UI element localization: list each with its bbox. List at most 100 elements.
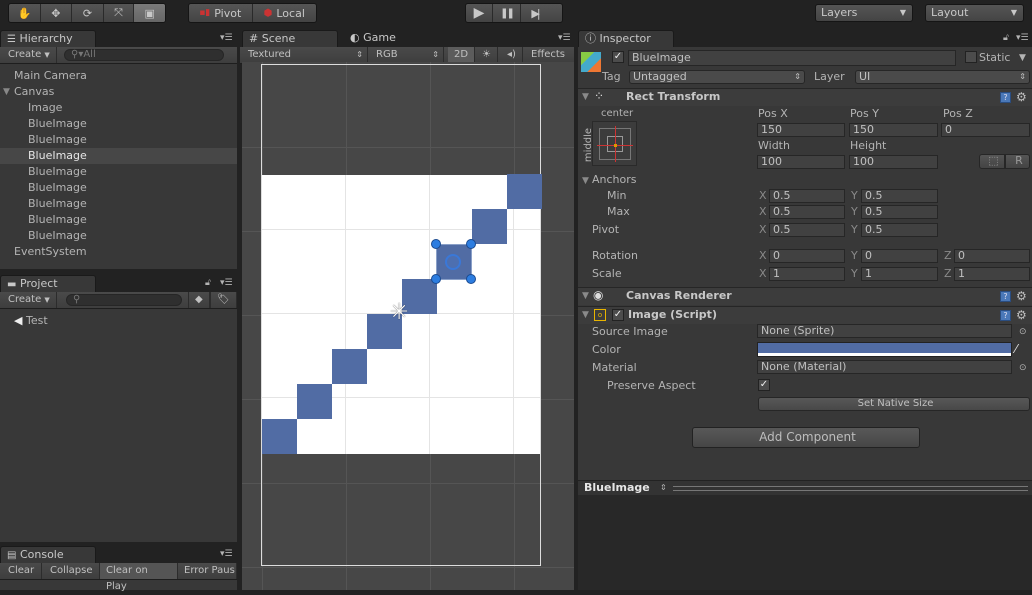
hierarchy-item[interactable]: Image [0, 100, 237, 116]
rotation-z-input[interactable]: 0 [954, 249, 1030, 263]
blue-image-square[interactable] [472, 209, 507, 244]
pivot-y-input[interactable]: 0.5 [861, 223, 938, 237]
lighting-toggle[interactable]: ☀ [476, 47, 498, 63]
static-dropdown-icon[interactable]: ▼ [1019, 51, 1026, 65]
tab-inspector[interactable]: ⓘ Inspector [578, 30, 674, 47]
eyedropper-icon[interactable]: ⁄ [1015, 342, 1017, 356]
set-native-size-button[interactable]: Set Native Size [758, 397, 1030, 411]
anchor-max-y-input[interactable]: 0.5 [861, 205, 938, 219]
filter-by-label-button[interactable]: 🏷︎ [210, 292, 237, 308]
tab-hierarchy[interactable]: ☰ Hierarchy [0, 30, 96, 47]
console-clear-on-play-button[interactable]: Clear on Play [100, 563, 178, 592]
layer-dropdown[interactable]: UI ⇕ [855, 70, 1030, 84]
material-field[interactable]: None (Material) [757, 360, 1012, 374]
console-error-pause-button[interactable]: Error Paus [178, 563, 237, 579]
anchors-triangle-icon[interactable]: ▼ [582, 176, 589, 186]
move-tool-button[interactable]: ✥ [41, 4, 73, 22]
scene-viewport[interactable]: ✳ [242, 62, 574, 590]
step-button[interactable]: ▶| [521, 4, 548, 22]
scale-x-input[interactable]: 1 [769, 267, 845, 281]
pos-x-input[interactable]: 150 [757, 123, 845, 137]
hierarchy-item[interactable]: BlueImage [0, 116, 237, 132]
local-toggle[interactable]: ⬢ Local [253, 4, 317, 22]
image-enabled-checkbox[interactable]: ✓ [612, 309, 624, 321]
hierarchy-item[interactable]: BlueImage [0, 164, 237, 180]
hierarchy-search-input[interactable]: ⚲▾All [64, 49, 224, 61]
rotate-tool-button[interactable]: ⟳ [72, 4, 104, 22]
corner-handle-bl[interactable] [431, 274, 441, 284]
blue-image-square[interactable] [297, 384, 332, 419]
hierarchy-item[interactable]: ▼ Canvas [0, 84, 237, 100]
object-name-input[interactable]: BlueImage [628, 50, 956, 66]
anchor-max-x-input[interactable]: 0.5 [769, 205, 845, 219]
pivot-handle[interactable] [445, 254, 461, 270]
preview-header[interactable]: BlueImage ⇕ [578, 480, 1032, 495]
active-checkbox[interactable]: ✓ [612, 51, 624, 63]
rotation-y-input[interactable]: 0 [861, 249, 938, 263]
console-clear-button[interactable]: Clear [2, 563, 42, 579]
hand-tool-button[interactable]: ✋ [9, 4, 41, 22]
object-picker-icon[interactable]: ⊙ [1019, 361, 1027, 375]
anchor-min-y-input[interactable]: 0.5 [861, 189, 938, 203]
corner-handle-tl[interactable] [431, 239, 441, 249]
pos-z-input[interactable]: 0 [941, 123, 1030, 137]
expand-triangle-icon[interactable]: ▼ [3, 84, 10, 100]
hierarchy-create-button[interactable]: Create ▼ [2, 47, 57, 63]
preserve-aspect-checkbox[interactable]: ✓ [758, 379, 770, 391]
2d-toggle[interactable]: 2D [448, 47, 476, 63]
pos-y-input[interactable]: 150 [849, 123, 938, 137]
tab-game[interactable]: ◐ Game [344, 30, 424, 47]
audio-toggle[interactable]: ◂) [501, 47, 523, 63]
rotation-x-input[interactable]: 0 [769, 249, 845, 263]
pivot-x-input[interactable]: 0.5 [769, 223, 845, 237]
gear-icon[interactable]: ⚙ [1016, 91, 1027, 103]
drag-handle[interactable] [673, 486, 1028, 491]
panel-menu-icon[interactable]: ▾☰ [1016, 33, 1029, 43]
raw-edit-button[interactable]: R [1005, 154, 1030, 169]
object-picker-icon[interactable]: ⊙ [1019, 325, 1027, 339]
project-search-input[interactable]: ⚲ [66, 294, 182, 306]
width-input[interactable]: 100 [757, 155, 845, 169]
lock-icon[interactable]: 🔓︎ [205, 278, 211, 288]
hierarchy-item[interactable]: BlueImage [0, 180, 237, 196]
pause-button[interactable]: ❚❚ [493, 4, 521, 22]
lock-icon[interactable]: 🔓︎ [1003, 33, 1009, 43]
gear-icon[interactable]: ⚙ [1016, 309, 1027, 321]
hierarchy-item[interactable]: BlueImage [0, 228, 237, 244]
scale-tool-button[interactable]: ⤧ [104, 4, 135, 22]
help-icon[interactable]: ? [1000, 92, 1011, 103]
hierarchy-item[interactable]: EventSystem [0, 244, 237, 260]
blue-image-square[interactable] [332, 349, 367, 384]
anchor-min-x-input[interactable]: 0.5 [769, 189, 845, 203]
hierarchy-item[interactable]: BlueImage [0, 148, 237, 164]
blueprint-mode-button[interactable]: ⬚ [979, 154, 1005, 169]
source-image-field[interactable]: None (Sprite) [757, 324, 1012, 338]
panel-menu-icon[interactable]: ▾☰ [558, 33, 571, 43]
hierarchy-item[interactable]: Main Camera [0, 68, 237, 84]
canvas-renderer-header[interactable]: ▼ ◉ Canvas Renderer ? ⚙ [578, 287, 1032, 305]
panel-menu-icon[interactable]: ▾☰ [220, 549, 233, 559]
height-input[interactable]: 100 [849, 155, 938, 169]
project-item-test[interactable]: ◀ Test [14, 313, 251, 329]
anchor-presets-button[interactable] [592, 121, 637, 166]
scale-z-input[interactable]: 1 [954, 267, 1030, 281]
layout-dropdown[interactable]: Layout ▼ [925, 4, 1024, 22]
play-button[interactable]: ▶ [466, 4, 493, 22]
image-component-header[interactable]: ▼ o ✓ Image (Script) ? ⚙ [578, 306, 1032, 324]
panel-menu-icon[interactable]: ▾☰ [220, 33, 233, 43]
pivot-toggle[interactable]: ▪▮ Pivot [189, 4, 253, 22]
effects-dropdown[interactable]: Effects [525, 47, 571, 63]
hierarchy-item[interactable]: BlueImage [0, 212, 237, 228]
help-icon[interactable]: ? [1000, 291, 1011, 302]
tab-console[interactable]: ▤ Console [0, 546, 96, 563]
add-component-button[interactable]: Add Component [692, 427, 920, 448]
help-icon[interactable]: ? [1000, 310, 1011, 321]
hierarchy-item[interactable]: BlueImage [0, 132, 237, 148]
blue-image-square[interactable] [507, 174, 542, 209]
corner-handle-tr[interactable] [466, 239, 476, 249]
rect-transform-header[interactable]: ▼ ⁘ Rect Transform ? ⚙ [578, 88, 1032, 106]
gear-icon[interactable]: ⚙ [1016, 290, 1027, 302]
static-checkbox[interactable] [965, 51, 977, 63]
project-create-button[interactable]: Create ▼ [2, 292, 57, 308]
tab-scene[interactable]: # Scene [242, 30, 338, 47]
